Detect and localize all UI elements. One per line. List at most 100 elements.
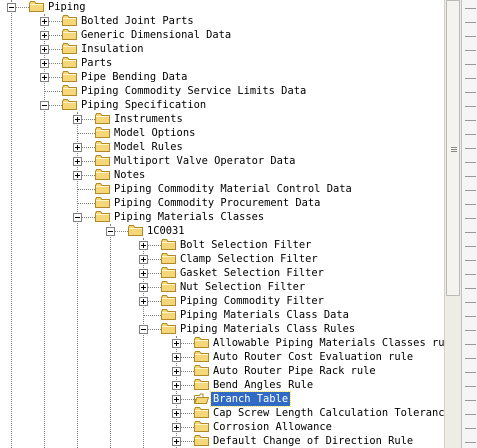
tree-node-label[interactable]: Piping Commodity Filter xyxy=(178,294,326,308)
expand-plus-icon[interactable] xyxy=(172,423,181,432)
tree-node[interactable]: Nut Selection Filter xyxy=(0,280,444,294)
expand-plus-icon[interactable] xyxy=(73,171,82,180)
expand-plus-icon[interactable] xyxy=(73,115,82,124)
tree-node-label[interactable]: Piping Materials Classes xyxy=(112,210,266,224)
tree-node[interactable]: Piping Specification xyxy=(0,98,444,112)
tree-node[interactable]: Corrosion Allowance xyxy=(0,420,444,434)
collapse-minus-icon[interactable] xyxy=(73,213,82,222)
tree-node-label[interactable]: Piping Commodity Service Limits Data xyxy=(79,84,308,98)
tree-node-label[interactable]: Piping xyxy=(46,0,88,14)
expand-plus-icon[interactable] xyxy=(40,17,49,26)
tree-node[interactable]: Pipe Bending Data xyxy=(0,70,444,84)
tree-node[interactable]: Auto Router Pipe Rack rule xyxy=(0,364,444,378)
expand-plus-icon[interactable] xyxy=(172,395,181,404)
tree-node-label[interactable]: Branch Table xyxy=(209,391,292,407)
expand-plus-icon[interactable] xyxy=(172,367,181,376)
tree-node-label[interactable]: Piping Materials Class Rules xyxy=(178,322,357,336)
tree-node[interactable]: Branch Table xyxy=(0,391,444,407)
tree-node-label[interactable]: Insulation xyxy=(79,42,146,56)
tree-node-label[interactable]: Allowable Piping Materials Classes ru xyxy=(211,336,444,350)
tree-node-label[interactable]: Cap Screw Length Calculation Toleranc xyxy=(211,406,444,420)
expand-plus-icon[interactable] xyxy=(172,339,181,348)
tree-node-label[interactable]: Generic Dimensional Data xyxy=(79,28,233,42)
expand-plus-icon[interactable] xyxy=(139,255,148,264)
scrollbar-thumb[interactable] xyxy=(446,0,460,296)
tree-node[interactable]: Piping Commodity Material Control Data xyxy=(0,182,444,196)
expand-plus-icon[interactable] xyxy=(40,31,49,40)
tree-node[interactable]: Insulation xyxy=(0,42,444,56)
tree-node-label[interactable]: Auto Router Pipe Rack rule xyxy=(211,364,378,378)
tree-node-label[interactable]: Bolt Selection Filter xyxy=(178,238,313,252)
tree-node-label[interactable]: Corrosion Allowance xyxy=(211,420,334,434)
collapse-minus-icon[interactable] xyxy=(7,3,16,12)
tree-node[interactable]: Default Change of Direction Rule xyxy=(0,434,444,448)
tree-node-label[interactable]: Bolted Joint Parts xyxy=(79,14,196,28)
tree-node-label[interactable]: Piping Commodity Procurement Data xyxy=(112,196,322,210)
collapse-minus-icon[interactable] xyxy=(139,325,148,334)
expand-plus-icon[interactable] xyxy=(40,73,49,82)
panel-divider xyxy=(465,400,476,401)
tree-node[interactable]: Piping Materials Classes xyxy=(0,210,444,224)
expand-plus-icon[interactable] xyxy=(40,45,49,54)
piping-tree-view[interactable]: Piping Bolted Joint Parts Generic Dimensio… xyxy=(0,0,444,448)
expand-plus-icon[interactable] xyxy=(172,409,181,418)
expand-plus-icon[interactable] xyxy=(139,241,148,250)
tree-node[interactable]: Generic Dimensional Data xyxy=(0,28,444,42)
tree-node[interactable]: Piping Commodity Service Limits Data xyxy=(0,84,444,98)
vertical-scrollbar[interactable] xyxy=(444,0,461,448)
tree-node-label[interactable]: Model Options xyxy=(112,126,197,140)
expand-plus-icon[interactable] xyxy=(172,353,181,362)
tree-node[interactable]: Notes xyxy=(0,168,444,182)
tree-node[interactable]: Multiport Valve Operator Data xyxy=(0,154,444,168)
expand-plus-icon[interactable] xyxy=(172,437,181,446)
tree-node[interactable]: Piping Commodity Procurement Data xyxy=(0,196,444,210)
tree-node-label[interactable]: Clamp Selection Filter xyxy=(178,252,320,266)
panel-divider xyxy=(465,190,476,191)
tree-node[interactable]: Piping Materials Class Rules xyxy=(0,322,444,336)
tree-node[interactable]: Clamp Selection Filter xyxy=(0,252,444,266)
tree-node-label[interactable]: Bend Angles Rule xyxy=(211,378,315,392)
tree-node-label[interactable]: Nut Selection Filter xyxy=(178,280,307,294)
tree-node[interactable]: 1C0031 xyxy=(0,224,444,238)
tree-node-label[interactable]: Multiport Valve Operator Data xyxy=(112,154,297,168)
tree-node-label[interactable]: Gasket Selection Filter xyxy=(178,266,326,280)
tree-node[interactable]: Model Options xyxy=(0,126,444,140)
tree-node[interactable]: Parts xyxy=(0,56,444,70)
collapse-minus-icon[interactable] xyxy=(106,227,115,236)
tree-node[interactable]: Model Rules xyxy=(0,140,444,154)
tree-node[interactable]: Bolt Selection Filter xyxy=(0,238,444,252)
right-panel-edge xyxy=(461,0,477,448)
tree-node[interactable]: Cap Screw Length Calculation Toleranc xyxy=(0,406,444,420)
tree-node[interactable]: Piping Materials Class Data xyxy=(0,308,444,322)
collapse-minus-icon[interactable] xyxy=(40,101,49,110)
tree-node-label[interactable]: Model Rules xyxy=(112,140,185,154)
tree-node-label[interactable]: Parts xyxy=(79,56,114,70)
tree-node-label[interactable]: Piping Commodity Material Control Data xyxy=(112,182,354,196)
expand-plus-icon[interactable] xyxy=(139,283,148,292)
expand-plus-icon[interactable] xyxy=(139,297,148,306)
folder-icon xyxy=(62,15,77,26)
expand-plus-icon[interactable] xyxy=(172,381,181,390)
tree-node-label[interactable]: Default Change of Direction Rule xyxy=(211,434,415,448)
panel-divider xyxy=(465,428,476,429)
tree-node[interactable]: Bend Angles Rule xyxy=(0,378,444,392)
expand-plus-icon[interactable] xyxy=(139,269,148,278)
tree-node[interactable]: Piping Commodity Filter xyxy=(0,294,444,308)
tree-node-label[interactable]: 1C0031 xyxy=(145,224,187,238)
tree-node-label[interactable]: Piping Materials Class Data xyxy=(178,308,351,322)
tree-node[interactable]: Piping xyxy=(0,0,444,14)
tree-node-label[interactable]: Pipe Bending Data xyxy=(79,70,189,84)
tree-node[interactable]: Bolted Joint Parts xyxy=(0,14,444,28)
expand-plus-icon[interactable] xyxy=(73,157,82,166)
panel-divider xyxy=(465,148,476,149)
tree-node[interactable]: Gasket Selection Filter xyxy=(0,266,444,280)
tree-node-label[interactable]: Auto Router Cost Evaluation rule xyxy=(211,350,415,364)
tree-node-label[interactable]: Notes xyxy=(112,168,147,182)
tree-node[interactable]: Allowable Piping Materials Classes ru xyxy=(0,336,444,350)
tree-node[interactable]: Auto Router Cost Evaluation rule xyxy=(0,350,444,364)
tree-node[interactable]: Instruments xyxy=(0,112,444,126)
expand-plus-icon[interactable] xyxy=(40,59,49,68)
expand-plus-icon[interactable] xyxy=(73,143,82,152)
tree-node-label[interactable]: Piping Specification xyxy=(79,98,208,112)
tree-node-label[interactable]: Instruments xyxy=(112,112,185,126)
